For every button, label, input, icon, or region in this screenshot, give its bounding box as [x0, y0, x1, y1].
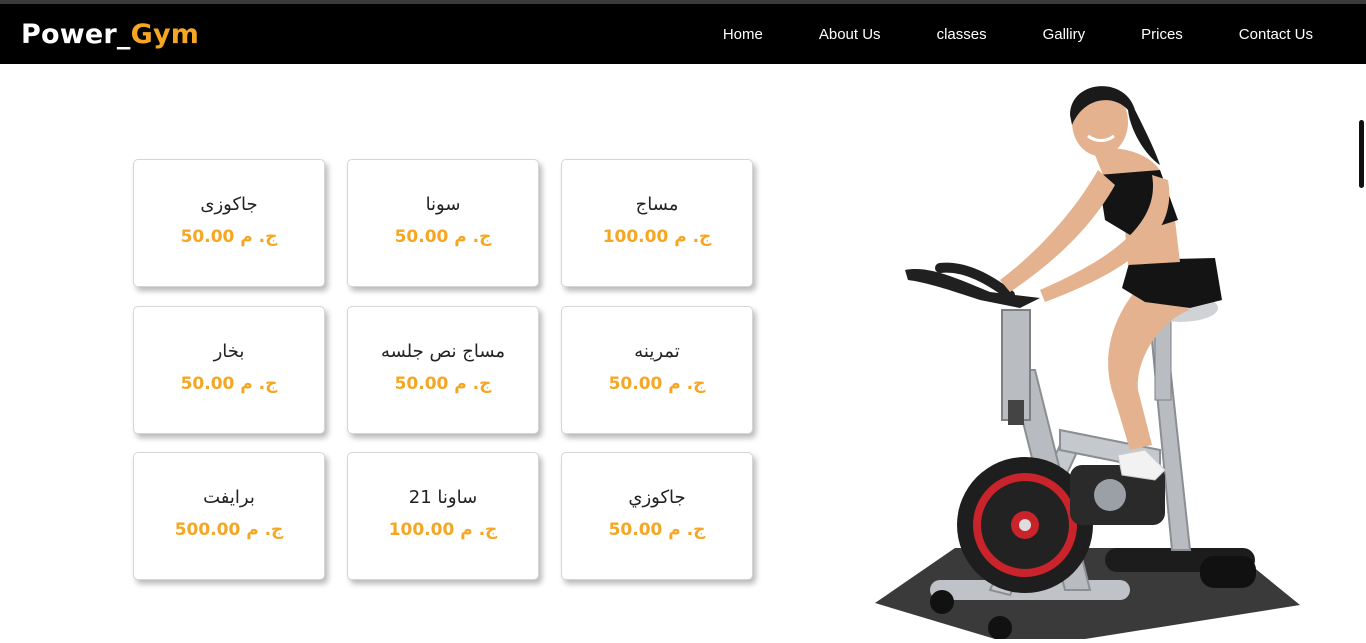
- price-card[interactable]: جاكوزى ج. م 50.00: [133, 159, 325, 287]
- navbar: Power_Gym Home About Us classes Galliry …: [0, 4, 1366, 64]
- price-card[interactable]: مساج ج. م 100.00: [561, 159, 753, 287]
- service-price: ج. م 50.00: [608, 374, 706, 394]
- service-name: برايفت: [203, 487, 255, 508]
- service-price: ج. م 100.00: [602, 227, 712, 247]
- nav-contact-us[interactable]: Contact Us: [1239, 25, 1313, 45]
- price-card[interactable]: تمرينه ج. م 50.00: [561, 306, 753, 434]
- service-price: ج. م 500.00: [174, 520, 284, 540]
- price-card[interactable]: سونا ج. م 50.00: [347, 159, 539, 287]
- service-name: مساج: [635, 194, 679, 215]
- service-name: جاكوزي: [628, 487, 686, 508]
- nav-about-us[interactable]: About Us: [819, 25, 881, 45]
- brand-accent: Gym: [130, 19, 200, 50]
- nav-prices[interactable]: Prices: [1141, 25, 1183, 45]
- service-name: جاكوزى: [200, 194, 258, 215]
- price-card[interactable]: ساونا 21 ج. م 100.00: [347, 452, 539, 580]
- price-card[interactable]: جاكوزي ج. م 50.00: [561, 452, 753, 580]
- nav-links: Home About Us classes Galliry Prices Con…: [723, 25, 1313, 45]
- service-name: مساج نص جلسه: [380, 341, 506, 362]
- woman-on-exercise-bike-image: [860, 70, 1320, 640]
- service-price: ج. م 100.00: [388, 520, 498, 540]
- price-card[interactable]: بخار ج. م 50.00: [133, 306, 325, 434]
- price-card[interactable]: مساج نص جلسه ج. م 50.00: [347, 306, 539, 434]
- brand-main: Power_: [21, 19, 131, 50]
- service-name: بخار: [213, 341, 245, 362]
- nav-classes[interactable]: classes: [937, 25, 987, 45]
- brand-logo[interactable]: Power_Gym: [21, 18, 199, 52]
- nav-gallery[interactable]: Galliry: [1043, 25, 1086, 45]
- page-scrollbar[interactable]: [1356, 64, 1366, 639]
- service-price: ج. م 50.00: [394, 227, 492, 247]
- scrollbar-thumb[interactable]: [1359, 120, 1364, 188]
- service-name: سونا: [425, 194, 461, 215]
- service-price: ج. م 50.00: [394, 374, 492, 394]
- service-name: تمرينه: [634, 341, 680, 362]
- price-card[interactable]: برايفت ج. م 500.00: [133, 452, 325, 580]
- service-name: ساونا 21: [408, 487, 478, 508]
- service-price: ج. م 50.00: [608, 520, 706, 540]
- nav-home[interactable]: Home: [723, 25, 763, 45]
- service-price: ج. م 50.00: [180, 374, 278, 394]
- service-price: ج. م 50.00: [180, 227, 278, 247]
